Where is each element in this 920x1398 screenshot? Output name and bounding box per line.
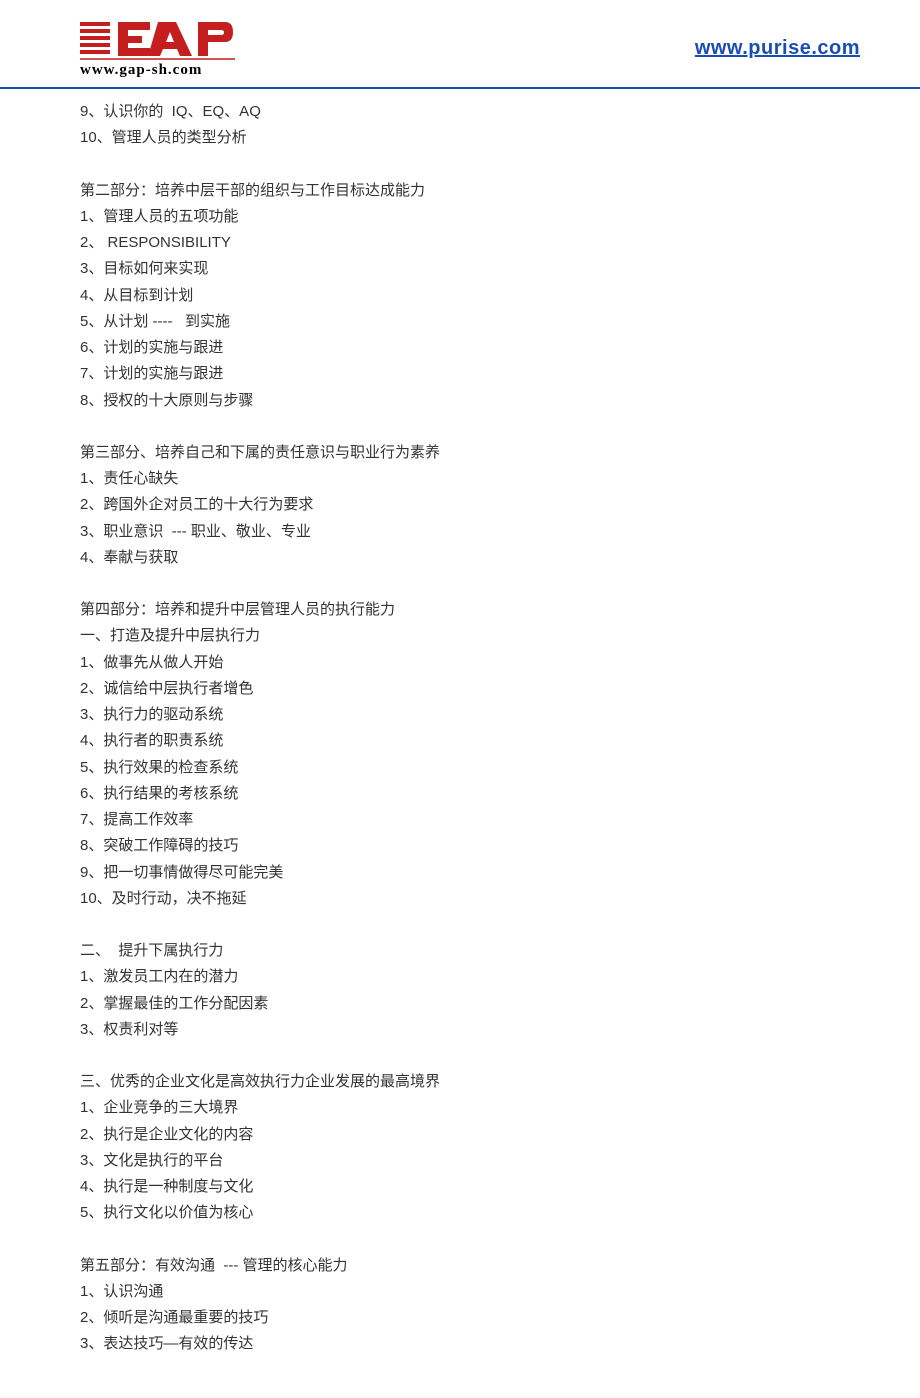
gap-logo-icon (80, 18, 235, 60)
list-item: 4、奉献与获取 (80, 545, 760, 571)
section-spacer (80, 912, 760, 938)
section-spacer (80, 1227, 760, 1253)
list-item: 10、及时行动，决不拖延 (80, 886, 760, 912)
list-item: 1、做事先从做人开始 (80, 650, 760, 676)
list-item: 5、执行效果的检查系统 (80, 755, 760, 781)
list-item: 5、执行文化以价值为核心 (80, 1200, 760, 1226)
section-title: 第三部分、培养自己和下属的责任意识与职业行为素养 (80, 440, 760, 466)
page-header: www.gap-sh.com www.purise.com (0, 0, 920, 89)
sub-heading: 二、 提升下属执行力 (80, 938, 760, 964)
list-item: 2、 RESPONSIBILITY (80, 230, 760, 256)
list-item: 3、文化是执行的平台 (80, 1148, 760, 1174)
list-item: 1、责任心缺失 (80, 466, 760, 492)
header-right-link[interactable]: www.purise.com (695, 37, 860, 60)
list-item: 1、管理人员的五项功能 (80, 204, 760, 230)
section-title: 第四部分：培养和提升中层管理人员的执行能力 (80, 597, 760, 623)
list-item: 8、突破工作障碍的技巧 (80, 833, 760, 859)
sub-heading: 三、优秀的企业文化是高效执行力企业发展的最高境界 (80, 1069, 760, 1095)
section-spacer (80, 571, 760, 597)
list-item: 3、权责利对等 (80, 1017, 760, 1043)
list-item: 2、跨国外企对员工的十大行为要求 (80, 492, 760, 518)
list-item: 4、从目标到计划 (80, 283, 760, 309)
list-item: 8、授权的十大原则与步骤 (80, 388, 760, 414)
list-item: 2、执行是企业文化的内容 (80, 1122, 760, 1148)
section-title: 第二部分：培养中层干部的组织与工作目标达成能力 (80, 178, 760, 204)
intro-line: 9、认识你的 IQ、EQ、AQ (80, 99, 760, 125)
list-item: 3、职业意识 --- 职业、敬业、专业 (80, 519, 760, 545)
list-item: 1、企业竞争的三大境界 (80, 1095, 760, 1121)
intro-line: 10、管理人员的类型分析 (80, 125, 760, 151)
section-spacer (80, 414, 760, 440)
list-item: 3、执行力的驱动系统 (80, 702, 760, 728)
section-spacer (80, 152, 760, 178)
logo-block: www.gap-sh.com (80, 18, 235, 79)
list-item: 2、诚信给中层执行者增色 (80, 676, 760, 702)
list-item: 2、倾听是沟通最重要的技巧 (80, 1305, 760, 1331)
list-item: 4、执行者的职责系统 (80, 728, 760, 754)
list-item: 7、计划的实施与跟进 (80, 361, 760, 387)
list-item: 9、把一切事情做得尽可能完美 (80, 860, 760, 886)
list-item: 5、从计划 ---- 到实施 (80, 309, 760, 335)
list-item: 一、打造及提升中层执行力 (80, 623, 760, 649)
list-item: 6、执行结果的考核系统 (80, 781, 760, 807)
list-item: 7、提高工作效率 (80, 807, 760, 833)
list-item: 6、计划的实施与跟进 (80, 335, 760, 361)
logo-url-text: www.gap-sh.com (80, 62, 202, 79)
list-item: 2、掌握最佳的工作分配因素 (80, 991, 760, 1017)
list-item: 1、激发员工内在的潜力 (80, 964, 760, 990)
document-content: 9、认识你的 IQ、EQ、AQ 10、管理人员的类型分析 第二部分：培养中层干部… (0, 89, 760, 1398)
list-item: 1、认识沟通 (80, 1279, 760, 1305)
list-item: 3、表达技巧—有效的传达 (80, 1331, 760, 1357)
section-title: 第五部分：有效沟通 --- 管理的核心能力 (80, 1253, 760, 1279)
section-spacer (80, 1043, 760, 1069)
list-item: 3、目标如何来实现 (80, 256, 760, 282)
list-item: 4、执行是一种制度与文化 (80, 1174, 760, 1200)
